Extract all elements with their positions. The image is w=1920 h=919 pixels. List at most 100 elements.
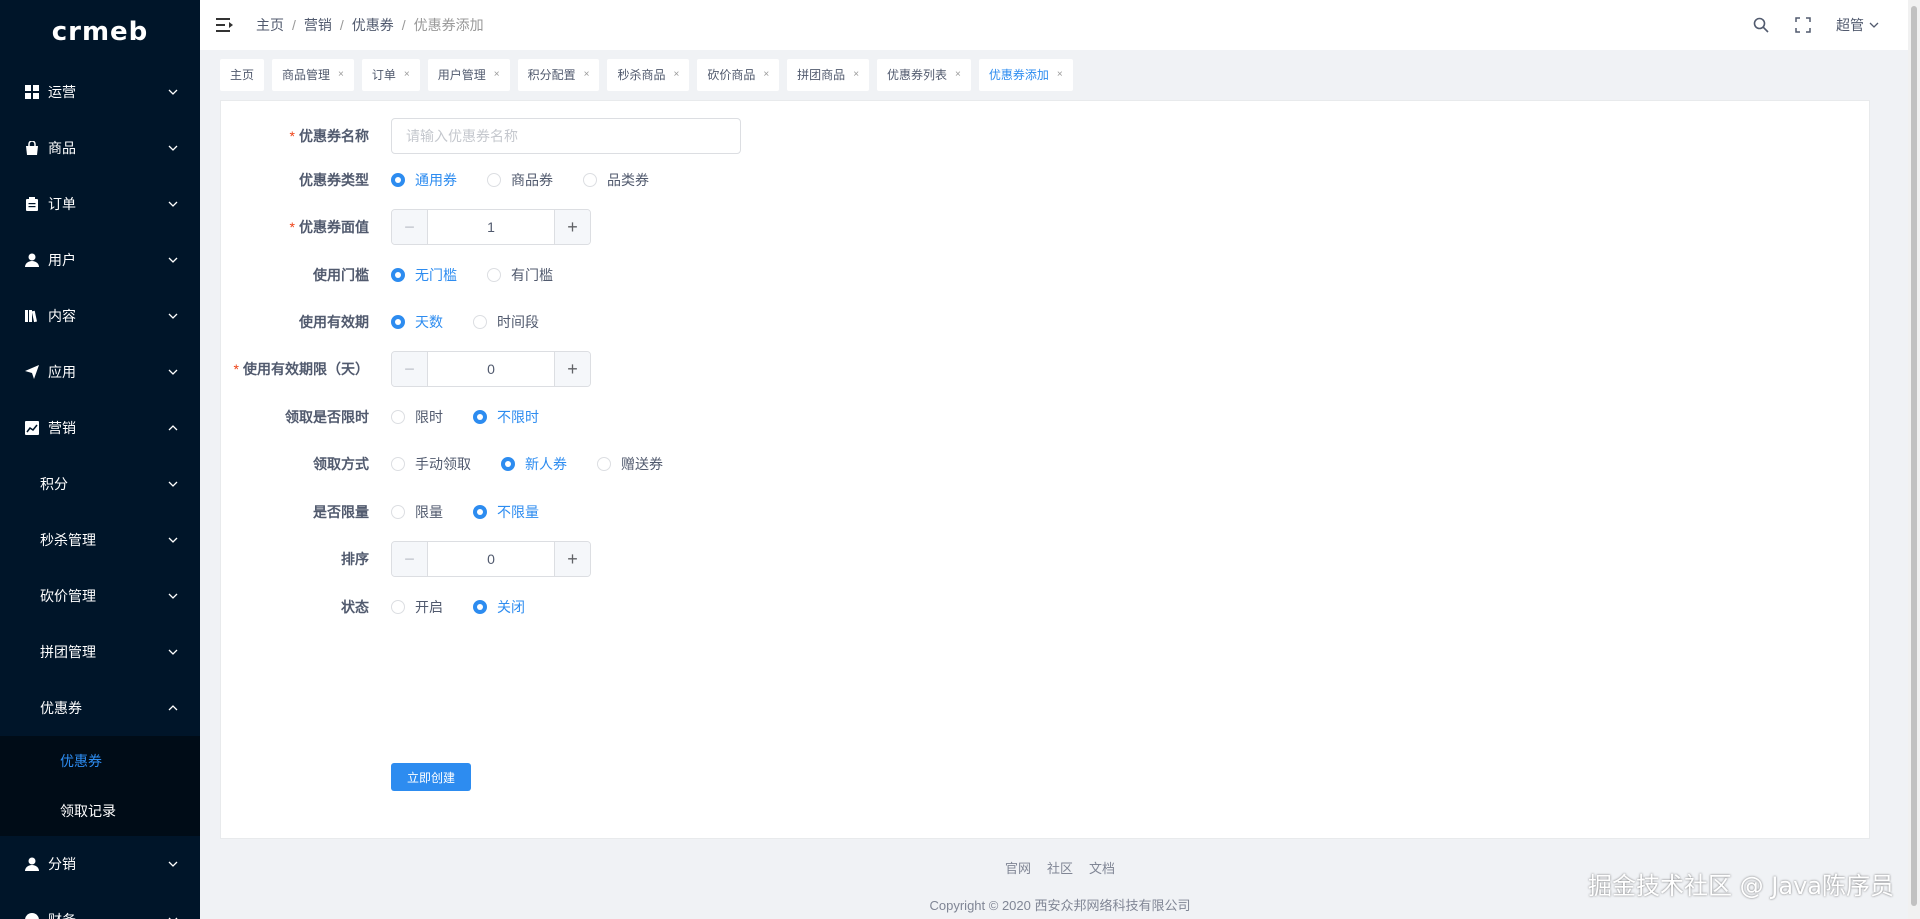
radio-dot[interactable] (391, 457, 405, 471)
sidebar-item-after-0[interactable]: 分销 (0, 836, 200, 892)
tab-2[interactable]: 订单 × (361, 59, 420, 91)
radio-dot[interactable] (473, 410, 487, 424)
radio-option[interactable]: 不限时 (473, 407, 539, 427)
radio-option[interactable]: 不限量 (473, 502, 539, 522)
close-icon[interactable]: × (1057, 59, 1063, 91)
close-icon[interactable]: × (673, 59, 679, 91)
chevron-down-icon (166, 857, 180, 871)
close-icon[interactable]: × (955, 59, 961, 91)
breadcrumb-home[interactable]: 主页 (256, 15, 284, 35)
footer-link-2[interactable]: 文档 (1089, 861, 1115, 876)
tab-4[interactable]: 积分配置 × (517, 59, 600, 91)
threshold-radio-group: 无门槛 有门槛 (391, 265, 583, 285)
sort-stepper[interactable]: −0 + (391, 541, 591, 577)
radio-option[interactable]: 赠送券 (597, 454, 663, 474)
sidebar-subitem-1[interactable]: 秒杀管理 (0, 512, 200, 568)
sidebar-item-6[interactable]: 营销 (0, 400, 200, 456)
sidebar-item-0[interactable]: 运营 (0, 64, 200, 120)
radio-option[interactable]: 通用券 (391, 170, 457, 190)
chevron-down-icon (166, 645, 180, 659)
tab-7[interactable]: 拼团商品 × (787, 59, 870, 91)
footer-link-0[interactable]: 官网 (1005, 861, 1031, 876)
sidebar-item-3[interactable]: 用户 (0, 232, 200, 288)
breadcrumb-marketing[interactable]: 营销 (304, 15, 332, 35)
sidebar-item-1[interactable]: 商品 (0, 120, 200, 176)
stepper-value[interactable]: 0 (428, 352, 554, 386)
breadcrumb-coupon[interactable]: 优惠券 (352, 15, 394, 35)
coupon-name-input[interactable] (391, 118, 741, 154)
logo[interactable]: crmeb (0, 0, 200, 64)
plus-icon[interactable]: + (554, 352, 590, 386)
sidebar-subitem-4[interactable]: 优惠券 (0, 680, 200, 736)
sidebar-subitem-2[interactable]: 砍价管理 (0, 568, 200, 624)
radio-dot[interactable] (473, 600, 487, 614)
radio-option[interactable]: 天数 (391, 312, 443, 332)
sidebar-item-5[interactable]: 应用 (0, 344, 200, 400)
radio-option[interactable]: 限量 (391, 502, 443, 522)
minus-icon[interactable]: − (392, 210, 428, 244)
menu-collapse-icon[interactable] (216, 16, 234, 34)
radio-option[interactable]: 时间段 (473, 312, 539, 332)
close-icon[interactable]: × (338, 59, 344, 91)
create-button[interactable]: 立即创建 (391, 763, 472, 791)
radio-dot[interactable] (391, 315, 405, 329)
radio-option[interactable]: 无门槛 (391, 265, 457, 285)
plus-icon[interactable]: + (554, 542, 590, 576)
radio-option[interactable]: 关闭 (473, 597, 525, 617)
tab-0[interactable]: 主页 (220, 59, 265, 91)
form-row-status: 状态 开启 关闭 (221, 589, 1821, 625)
close-icon[interactable]: × (853, 59, 859, 91)
close-icon[interactable]: × (404, 59, 410, 91)
radio-dot[interactable] (391, 600, 405, 614)
radio-dot[interactable] (473, 315, 487, 329)
radio-option[interactable]: 限时 (391, 407, 443, 427)
sidebar-item-claim-records[interactable]: 领取记录 (0, 786, 200, 836)
radio-option[interactable]: 新人券 (501, 454, 567, 474)
tab-6[interactable]: 砍价商品 × (697, 59, 780, 91)
sidebar-subitem-3[interactable]: 拼团管理 (0, 624, 200, 680)
close-icon[interactable]: × (584, 59, 590, 91)
sidebar-item-after-1[interactable]: 财务 (0, 892, 200, 919)
radio-option[interactable]: 商品券 (487, 170, 553, 190)
sidebar-item-2[interactable]: 订单 (0, 176, 200, 232)
form-label-text: 排序 (341, 551, 369, 567)
radio-dot[interactable] (391, 410, 405, 424)
stepper-value[interactable]: 0 (428, 542, 554, 576)
sidebar-subitem-0[interactable]: 积分 (0, 456, 200, 512)
sidebar-item-coupon[interactable]: 优惠券 (0, 736, 200, 786)
radio-dot[interactable] (501, 457, 515, 471)
radio-dot[interactable] (391, 173, 405, 187)
radio-option[interactable]: 开启 (391, 597, 443, 617)
stepper-value[interactable]: 1 (428, 210, 554, 244)
radio-dot[interactable] (391, 268, 405, 282)
page-scrollbar[interactable] (1908, 0, 1920, 919)
user-menu[interactable]: 超管 (1836, 15, 1880, 35)
minus-icon[interactable]: − (392, 352, 428, 386)
radio-dot[interactable] (487, 173, 501, 187)
radio-dot[interactable] (583, 173, 597, 187)
tab-3[interactable]: 用户管理 × (427, 59, 510, 91)
footer-link-1[interactable]: 社区 (1047, 861, 1073, 876)
sidebar-item-4[interactable]: 内容 (0, 288, 200, 344)
radio-dot[interactable] (597, 457, 611, 471)
radio-dot[interactable] (391, 505, 405, 519)
radio-dot[interactable] (487, 268, 501, 282)
radio-option[interactable]: 品类券 (583, 170, 649, 190)
radio-option[interactable]: 手动领取 (391, 454, 471, 474)
fullscreen-icon[interactable] (1794, 16, 1812, 34)
form-label-text: 使用有效期限（天） (243, 361, 369, 377)
search-icon[interactable] (1752, 16, 1770, 34)
radio-dot[interactable] (473, 505, 487, 519)
value-stepper[interactable]: −1 + (391, 209, 591, 245)
tab-8[interactable]: 优惠券列表 × (877, 59, 971, 91)
close-icon[interactable]: × (494, 59, 500, 91)
minus-icon[interactable]: − (392, 542, 428, 576)
scrollbar-thumb[interactable] (1911, 6, 1917, 906)
tab-9[interactable]: 优惠券添加 × (978, 59, 1073, 91)
radio-option[interactable]: 有门槛 (487, 265, 553, 285)
tab-5[interactable]: 秒杀商品 × (607, 59, 690, 91)
days-stepper[interactable]: −0 + (391, 351, 591, 387)
tab-1[interactable]: 商品管理 × (272, 59, 354, 91)
close-icon[interactable]: × (763, 59, 769, 91)
plus-icon[interactable]: + (554, 210, 590, 244)
